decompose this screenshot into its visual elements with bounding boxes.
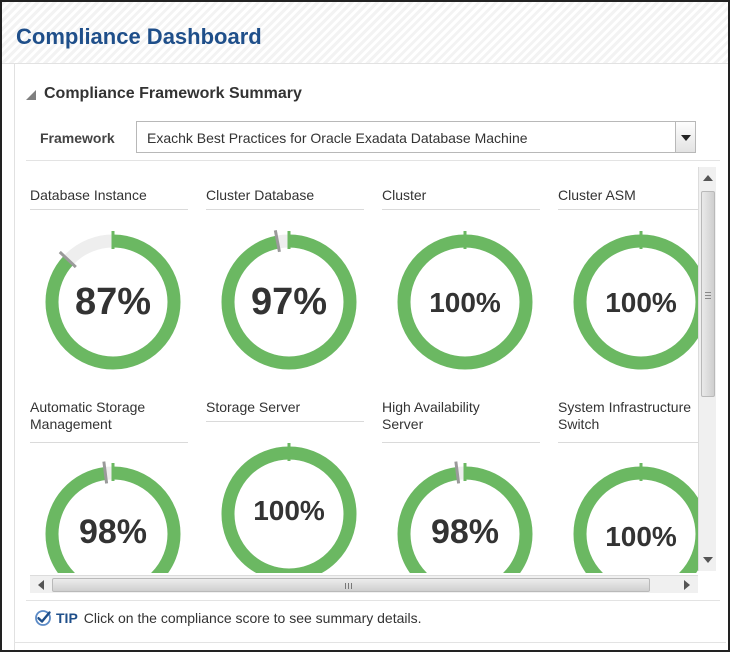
tip-message: TIP Click on the compliance score to see… [34, 609, 421, 627]
gauge-value: 100% [605, 287, 677, 318]
vertical-scroll-thumb[interactable] [701, 191, 715, 397]
gauge-value: 100% [253, 495, 325, 526]
collapse-triangle-icon[interactable] [26, 90, 36, 100]
divider [206, 421, 364, 422]
compliance-gauge[interactable]: 98% [38, 459, 188, 573]
horizontal-scroll-thumb[interactable] [52, 578, 650, 592]
tile-label: Cluster [382, 187, 427, 203]
donut-ring-icon [573, 463, 698, 573]
scroll-left-arrow-icon[interactable] [38, 580, 44, 590]
tile-label: System Infrastructure Switch [558, 399, 692, 432]
divider [382, 442, 540, 443]
divider [206, 209, 364, 210]
tile-cluster-asm: Cluster ASM 100% [558, 187, 698, 370]
framework-label: Framework [40, 130, 115, 146]
compliance-gauge[interactable]: 100% [566, 459, 698, 573]
checkmark-circle-icon [35, 610, 51, 626]
compliance-gauge[interactable]: 97% [214, 227, 364, 377]
scroll-down-arrow-icon[interactable] [703, 557, 713, 563]
window-frame: Compliance Dashboard Compliance Framewor… [0, 0, 730, 652]
section-header[interactable]: Compliance Framework Summary [26, 82, 302, 106]
gauge-value: 98% [78, 513, 148, 551]
compliance-gauge[interactable]: 100% [566, 227, 698, 377]
tile-automatic-storage-management: Automatic Storage Management 98% [30, 399, 192, 573]
section-title: Compliance Framework Summary [44, 85, 302, 102]
framework-select[interactable]: Exachk Best Practices for Oracle Exadata… [136, 121, 696, 153]
page-title: Compliance Dashboard [16, 24, 262, 49]
tile-label: Automatic Storage Management [30, 399, 146, 432]
gauge-value: 98% [430, 513, 500, 551]
divider [558, 209, 698, 210]
tile-database-instance: Database Instance 87% [30, 187, 192, 370]
grip-icon [345, 583, 346, 589]
gauge-value: 97% [250, 281, 328, 323]
divider [558, 442, 698, 443]
gauge-value: 87% [74, 281, 152, 323]
gauge-value: 100% [429, 287, 501, 318]
gauge-grid: Database Instance 87% Cluster Database 9… [30, 165, 698, 573]
divider [30, 209, 188, 210]
divider [14, 642, 726, 643]
tile-storage-server: Storage Server 100% [206, 399, 368, 573]
compliance-gauge[interactable]: 100% [390, 227, 540, 377]
compliance-gauge[interactable]: 87% [38, 227, 188, 377]
divider [382, 209, 540, 210]
tile-high-availability-server: High Availability Server 98% [382, 399, 544, 573]
tile-cluster: Cluster 100% [382, 187, 544, 370]
horizontal-scrollbar[interactable] [30, 575, 698, 593]
scroll-up-arrow-icon[interactable] [703, 175, 713, 181]
dropdown-arrow-icon[interactable] [675, 122, 695, 152]
tip-label: TIP [56, 610, 78, 626]
tip-text: Click on the compliance score to see sum… [83, 610, 422, 626]
tile-label: High Availability Server [382, 399, 480, 432]
tile-cluster-database: Cluster Database 97% [206, 187, 368, 370]
compliance-gauge[interactable]: 100% [214, 439, 364, 573]
compliance-gauge[interactable]: 98% [390, 459, 540, 573]
vertical-scrollbar[interactable] [698, 167, 716, 571]
framework-selected-value: Exachk Best Practices for Oracle Exadata… [147, 130, 528, 146]
grip-icon [705, 292, 711, 293]
scroll-right-arrow-icon[interactable] [684, 580, 690, 590]
divider [30, 442, 188, 443]
tile-system-infrastructure-switch: System Infrastructure Switch 100% [558, 399, 698, 573]
divider [26, 160, 720, 161]
gauge-value: 100% [605, 521, 677, 552]
divider [26, 600, 720, 601]
tile-label: Database Instance [30, 187, 147, 203]
tile-label: Cluster Database [206, 187, 315, 203]
tile-label: Storage Server [206, 399, 301, 415]
tile-label: Cluster ASM [558, 187, 636, 203]
dashboard-header: Compliance Dashboard [2, 2, 728, 64]
